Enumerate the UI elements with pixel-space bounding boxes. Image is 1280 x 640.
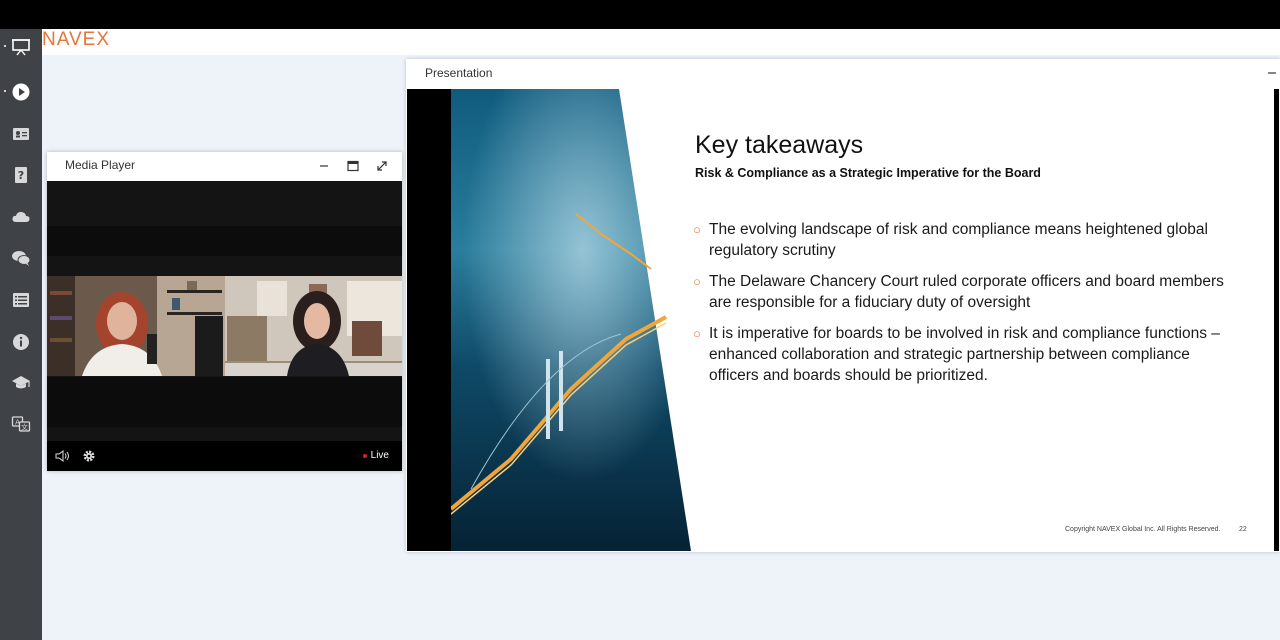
presentation-window: Presentation Key takeaways Risk & Compli… — [406, 59, 1280, 552]
list-icon — [13, 293, 29, 307]
sidebar-item-media[interactable] — [0, 77, 42, 107]
play-icon — [12, 83, 30, 101]
list-item: ○ It is imperative for boards to be invol… — [693, 325, 1220, 384]
active-indicator — [4, 45, 6, 47]
svg-text:文: 文 — [21, 423, 28, 432]
bullet-icon: ○ — [693, 222, 701, 237]
media-player-title: Media Player — [65, 158, 136, 172]
contact-card-icon — [13, 128, 29, 140]
info-icon — [13, 334, 29, 350]
svg-text:A: A — [15, 419, 20, 427]
letterbox-band — [47, 226, 402, 256]
player-controls: Live — [47, 441, 402, 471]
slide-subtitle: Risk & Compliance as a Strategic Imperat… — [695, 166, 1041, 180]
letterbox-band — [47, 377, 402, 427]
svg-text:?: ? — [18, 169, 24, 182]
slide-left-border — [407, 89, 451, 551]
minimize-icon — [320, 165, 328, 167]
help-icon: ? — [15, 167, 27, 183]
live-dot-icon — [362, 453, 367, 458]
presentation-minimize-button[interactable] — [1264, 65, 1280, 81]
sidebar-item-language[interactable]: A文 — [0, 409, 42, 439]
bullet-icon: ○ — [693, 326, 701, 341]
navex-logo: NAVEX — [42, 29, 111, 50]
sidebar-item-presentation[interactable] — [0, 32, 42, 62]
top-black-bar — [0, 0, 1280, 29]
video-feed — [47, 276, 402, 376]
maximize-button[interactable] — [345, 158, 361, 174]
translate-icon: A文 — [11, 416, 31, 432]
slide: Key takeaways Risk & Compliance as a Str… — [407, 89, 1275, 551]
bullet-icon: ○ — [693, 274, 701, 289]
minimize-icon — [1268, 72, 1276, 74]
minimize-button[interactable] — [316, 158, 332, 174]
sidebar-item-certificate[interactable] — [0, 368, 42, 398]
sidebar-item-qa[interactable]: ? — [0, 160, 42, 190]
list-item: ○ The evolving landscape of risk and comp… — [693, 221, 1208, 259]
live-indicator: Live — [362, 450, 389, 461]
bridge-photo — [451, 89, 691, 551]
active-indicator — [4, 90, 6, 92]
window-icon — [347, 160, 359, 172]
cloud-icon — [12, 211, 30, 222]
expand-icon — [377, 161, 387, 171]
sidebar-item-resources[interactable] — [0, 202, 42, 232]
slide-bullets: ○ The evolving landscape of risk and comp… — [693, 219, 1233, 396]
list-item: ○ The Delaware Chancery Court ruled corpo… — [693, 273, 1224, 311]
fullscreen-button[interactable] — [374, 158, 390, 174]
slide-page-number: 22 — [1239, 526, 1247, 533]
presentation-header: Presentation — [406, 59, 1280, 88]
slide-title: Key takeaways — [695, 131, 864, 159]
settings-button[interactable] — [81, 448, 97, 464]
sidebar: ? A文 — [0, 29, 42, 640]
presentation-title: Presentation — [425, 66, 493, 80]
chat-icon — [12, 251, 31, 266]
video-area[interactable] — [47, 181, 402, 471]
volume-button[interactable] — [55, 448, 71, 464]
volume-icon — [55, 450, 69, 462]
sidebar-item-agenda[interactable] — [0, 285, 42, 315]
media-player-header: Media Player — [47, 152, 402, 181]
presentation-icon — [12, 39, 30, 56]
sidebar-item-chat[interactable] — [0, 243, 42, 273]
brand-bar: NAVEX — [42, 29, 1280, 55]
live-label: Live — [370, 450, 389, 461]
sidebar-item-info[interactable] — [0, 327, 42, 357]
media-player-window: Media Player Live — [47, 152, 402, 471]
gear-icon — [83, 450, 95, 462]
slide-copyright: Copyright NAVEX Global Inc. All Rights R… — [1065, 526, 1221, 533]
sidebar-item-speakers[interactable] — [0, 119, 42, 149]
slide-right-border — [1274, 89, 1279, 551]
graduation-cap-icon — [12, 376, 30, 389]
